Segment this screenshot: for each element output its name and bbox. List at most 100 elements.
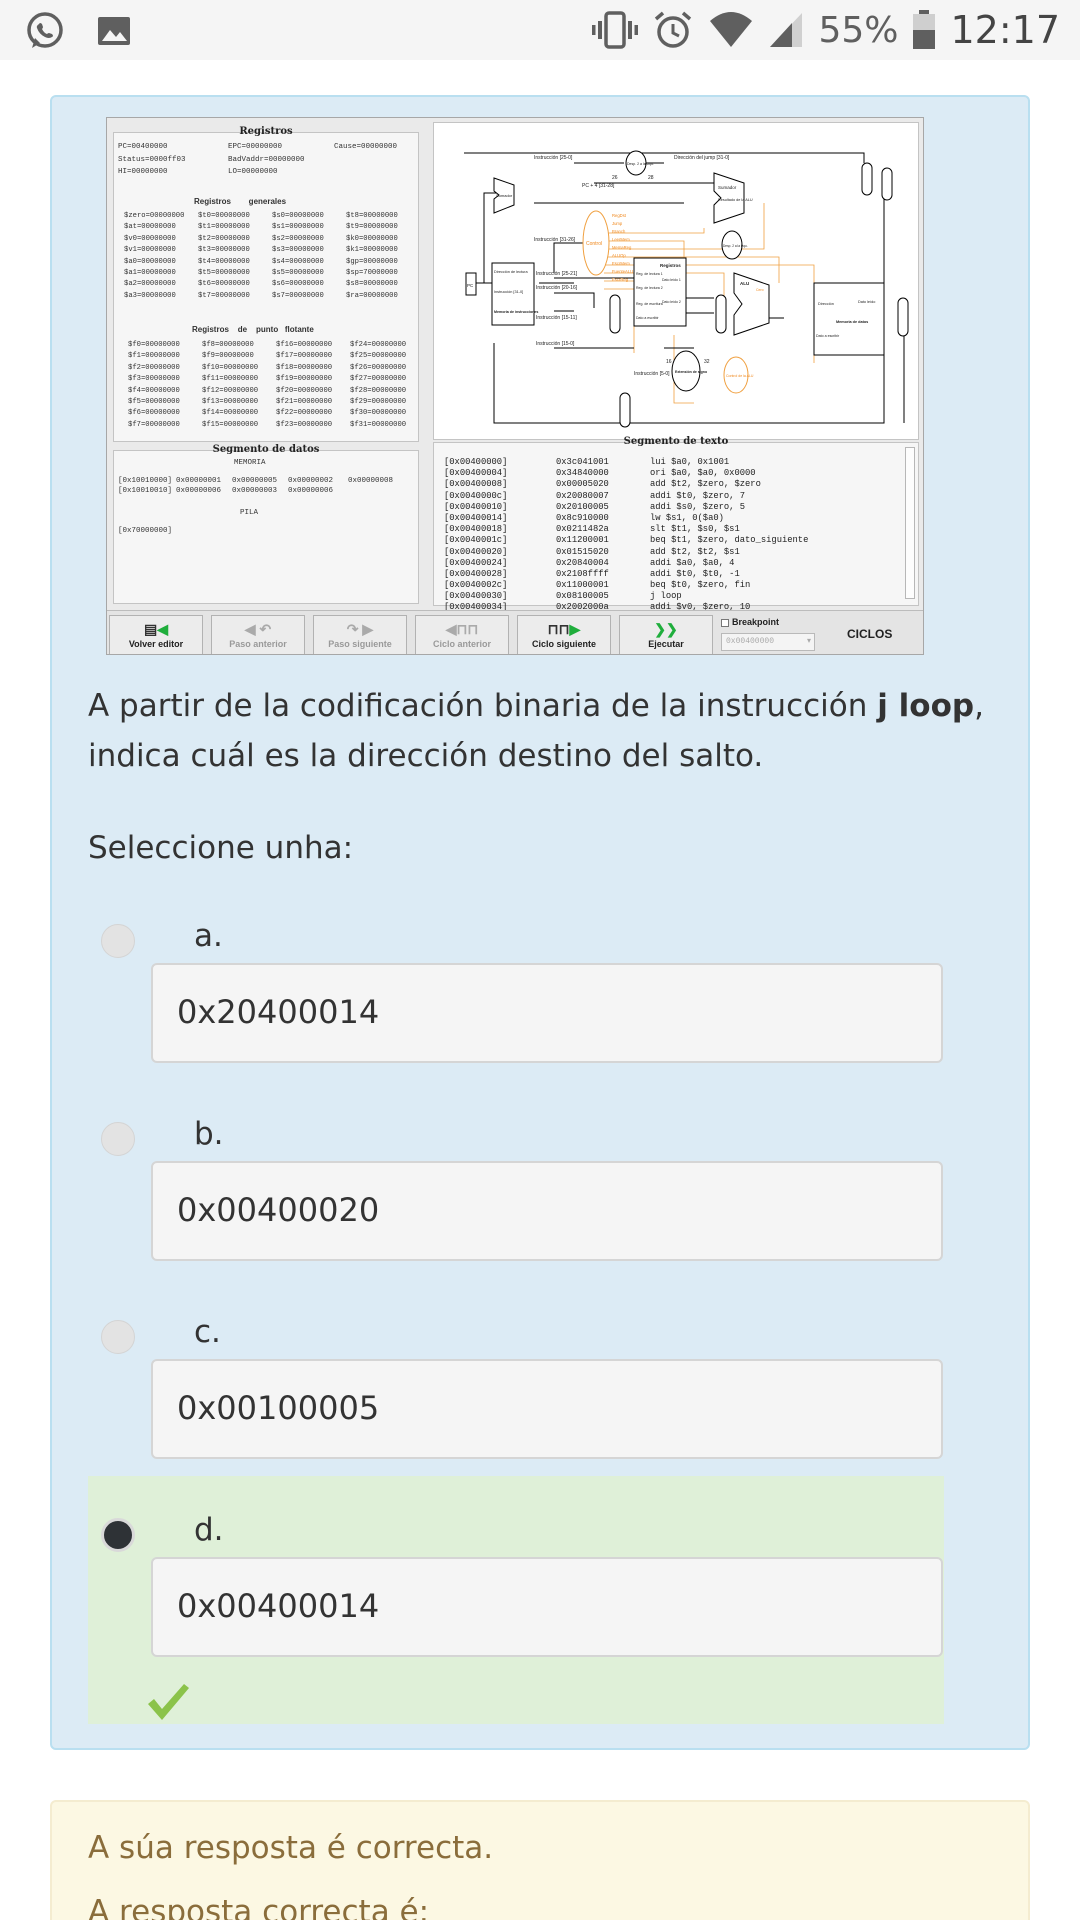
general-register: $k0=00000000 [346,234,398,243]
general-register: $s0=00000000 [272,212,324,220]
special-reg-pc: PC=00400000 [118,143,168,151]
control-signal-label: EscrMem [612,261,630,266]
option-letter: d. [194,1512,224,1548]
general-register: $v1=00000000 [124,246,176,255]
float-register: $f14=00000000 [202,409,259,418]
code-instruction: lui $a0, 0x1001 [650,457,730,467]
registers-title: Registros [239,126,293,137]
dp-label-jump-addr: Dirección del jump [31-0] [674,155,730,161]
ciclo-anterior-button[interactable]: ◀⊓⊓ Ciclo anterior [415,615,509,654]
option-value[interactable]: 0x00400020 [151,1161,943,1261]
option-value[interactable]: 0x20400014 [151,963,943,1063]
float-register: $f26=00000000 [350,363,407,372]
dp-label-mem-datos: Memoria de datos [836,320,868,324]
control-signal-label: FuenteALU [612,269,633,274]
text-segment-title: Segmento de texto [623,436,729,447]
radio-option-a[interactable] [101,924,135,958]
general-register: $s1=00000000 [272,223,324,232]
mux-regdst [609,294,621,334]
volver-editor-button[interactable]: ▤◀ Volver editor [109,615,203,654]
general-register: $gp=00000000 [346,257,398,266]
general-register: $t5=00000000 [198,268,250,277]
option-c[interactable]: c. 0x00100005 [88,1278,944,1476]
vibrate-icon [592,11,639,49]
float-register: $f8=00000000 [202,341,254,349]
battery-percent: 55% [818,9,899,51]
code-hex: 0x20100005 [556,501,609,512]
option-d[interactable]: d. 0x00400014 [88,1476,944,1724]
option-value[interactable]: 0x00100005 [151,1359,943,1459]
dp-label-resultado-alu: Resultado de la ALU [718,198,753,202]
ciclos-label: CICLOS [847,627,893,641]
mux-alusrc [715,294,727,334]
dp-label-dato-leido: Dato leído [858,300,875,304]
memory-cell: 0x00000005 [232,477,278,485]
code-address: [0x00400008] [444,479,508,490]
float-register: $f1=00000000 [128,352,180,361]
code-hex: 0x20840004 [556,557,609,568]
question-text: A partir de la codificación binaria de l… [88,688,984,774]
question-card: Registros PC=00400000 EPC=00000000 Cause… [50,95,1030,1750]
step-forward-icon: ↷ ▶ [346,621,374,637]
dp-label-control: Control [586,241,602,247]
code-address: [0x00400000] [444,457,508,467]
breakpoint-checkbox[interactable]: Breakpoint [721,617,779,627]
float-registers-grid: $f0=00000000 $f8=00000000 $f16=00000000 $f2… [128,341,424,429]
code-hex: 0x00005020 [556,479,609,490]
memory-cell: 0x00000003 [232,487,278,495]
code-address: [0x00400028] [444,568,508,579]
clock: 12:17 [950,8,1060,52]
option-value[interactable]: 0x00400014 [151,1557,943,1657]
code-address: [0x00400024] [444,557,508,568]
dp-label-instr-25-0: Instrucción [25-0] [534,155,573,161]
simulator-toolbar: ▤◀ Volver editor ◀ ↶ Paso anterior ↷ ▶ P… [107,610,923,654]
text-segment-scrollbar[interactable] [905,447,915,599]
checkbox-icon [721,618,729,627]
float-register: $f28=00000000 [350,386,407,395]
code-address: [0x0040001c] [444,535,508,546]
run-icon: ❯❯ [654,621,678,637]
dp-label-instr-15-11: Instrucción [15-11] [536,315,577,321]
special-reg-lo: LO=00000000 [228,168,278,176]
paso-anterior-button[interactable]: ◀ ↶ Paso anterior [211,615,305,654]
dp-label-ext-signo: Extensión de signo [675,370,707,374]
code-hex: 0x2108ffff [556,568,609,579]
breakpoint-address-select[interactable]: 0x00400000 ▾ [721,633,815,651]
general-register: $t7=00000000 [198,291,250,300]
general-register: $s3=00000000 [272,246,324,255]
ejecutar-button[interactable]: ❯❯ Ejecutar [619,615,713,654]
paso-siguiente-button[interactable]: ↷ ▶ Paso siguiente [313,615,407,654]
general-registers-title: Registros generales [194,197,287,206]
float-register: $f13=00000000 [202,397,259,406]
alarm-icon [655,11,692,48]
code-hex: 0x11000001 [556,580,609,591]
dp-label-dato-leido1: Dato leído 1 [662,278,681,282]
dp-label-n32: 32 [704,359,710,365]
code-instruction: lw $s1, 0($a0) [650,512,724,523]
radio-option-b[interactable] [101,1122,135,1156]
whatsapp-icon [27,12,63,48]
control-signal-label: RegDst [612,213,627,218]
general-register: $s7=00000000 [272,291,324,300]
dp-label-mem-instr: Memoria de instrucciones [494,310,538,314]
float-register: $f30=00000000 [350,409,407,418]
chevron-down-icon: ▾ [806,637,811,646]
float-register: $f23=00000000 [276,420,333,429]
general-register: $s2=00000000 [272,234,324,243]
option-a[interactable]: a. 0x20400014 [88,882,944,1080]
mux-branch [881,167,893,201]
ciclo-siguiente-button[interactable]: ⊓⊓▶ Ciclo siguiente [517,615,611,654]
option-b[interactable]: b. 0x00400020 [88,1080,944,1278]
feedback-result: A súa resposta é correcta. [88,1830,494,1866]
radio-option-d[interactable] [101,1518,135,1552]
radio-option-c[interactable] [101,1320,135,1354]
dp-label-dato-escr: Dato a escribir [636,316,659,320]
dp-label-dato-leido2: Dato leído 2 [662,300,681,304]
option-letter: a. [194,918,223,954]
code-address: [0x00400018] [444,524,508,535]
general-register: $ra=00000000 [346,291,398,300]
stack-label: PILA [240,509,259,517]
code-instruction: slt $t1, $s0, $s1 [650,524,740,535]
code-hex: 0x11200001 [556,535,609,546]
float-register: $f21=00000000 [276,397,333,406]
